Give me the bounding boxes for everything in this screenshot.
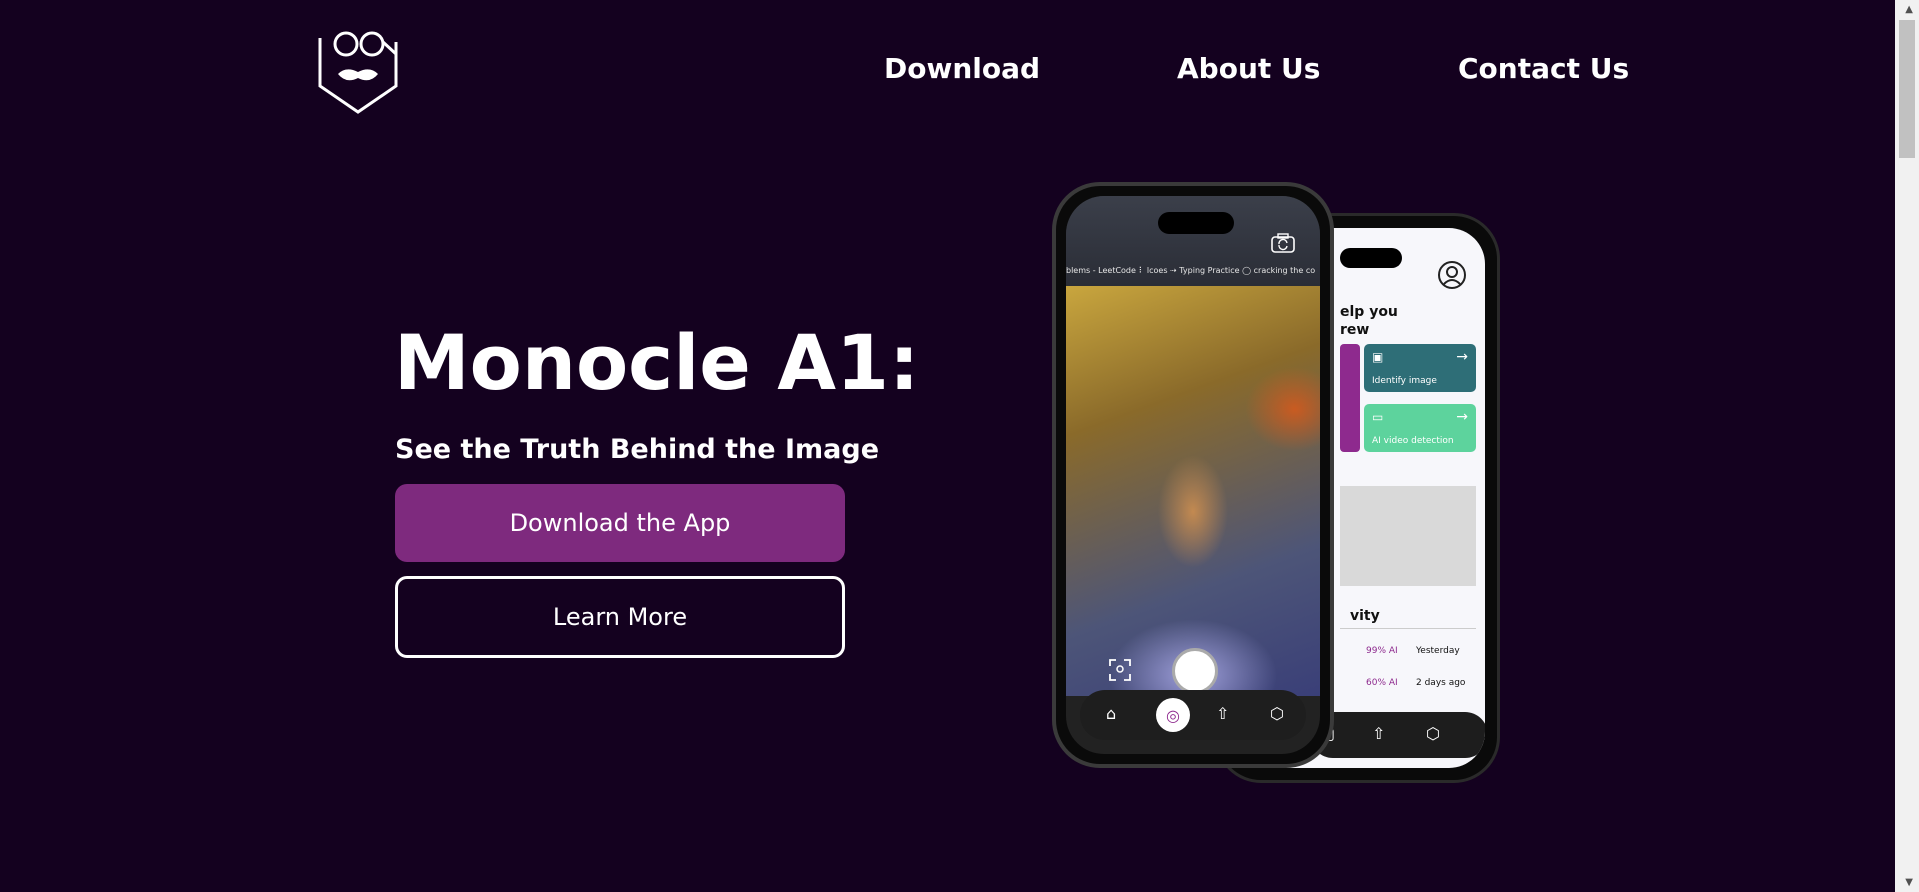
divider <box>1340 628 1476 629</box>
scroll-down-arrow-icon[interactable]: ▼ <box>1905 877 1913 888</box>
upload-icon: ⇧ <box>1216 704 1230 723</box>
nav-about-us[interactable]: About Us <box>1177 52 1320 85</box>
scan-icon <box>1109 659 1131 681</box>
back-bottom-nav: ▢ ⇧ ⬡ <box>1310 712 1485 758</box>
arrow-right-icon: → <box>1456 409 1468 425</box>
back-heading: elp you rew <box>1340 304 1398 339</box>
card-label: Identify image <box>1372 376 1437 386</box>
phone-front-screen: blems - LeetCode ⠇ lcoes ⇢ Typing Practi… <box>1066 196 1320 754</box>
card-label: AI video detection <box>1372 436 1454 446</box>
activity-pct: 60% AI <box>1366 678 1398 688</box>
browser-bookmarks: blems - LeetCode ⠇ lcoes ⇢ Typing Practi… <box>1066 266 1316 275</box>
monocle-logo[interactable] <box>316 28 404 116</box>
hero-subtitle: See the Truth Behind the Image <box>395 434 880 465</box>
kitten-photo <box>1066 286 1320 696</box>
scroll-thumb[interactable] <box>1899 20 1915 158</box>
phone-notch <box>1158 212 1234 234</box>
switch-camera-icon <box>1271 233 1295 253</box>
ai-video-card: ▭ → AI video detection <box>1364 404 1476 452</box>
placeholder-block <box>1340 486 1476 586</box>
profile-icon <box>1438 261 1466 289</box>
phone-notch <box>1340 248 1402 268</box>
front-bottom-nav: ⌂ ◎ ⇧ ⬡ <box>1080 690 1306 740</box>
video-icon: ▭ <box>1372 410 1384 424</box>
image-icon: ▣ <box>1372 350 1384 364</box>
settings-icon: ⬡ <box>1270 704 1284 723</box>
page-scrollbar[interactable]: ▲ ▼ <box>1895 0 1919 892</box>
card-partial <box>1340 344 1360 452</box>
download-app-button[interactable]: Download the App <box>395 484 845 562</box>
activity-when: 2 days ago <box>1416 678 1466 688</box>
activity-pct: 99% AI <box>1366 646 1398 656</box>
activity-heading: vity <box>1350 608 1380 624</box>
phone-mockup-front: blems - LeetCode ⠇ lcoes ⇢ Typing Practi… <box>1052 182 1334 768</box>
camera-icon: ◎ <box>1156 698 1190 732</box>
settings-icon: ⬡ <box>1426 724 1440 743</box>
arrow-right-icon: → <box>1456 349 1468 365</box>
scroll-up-arrow-icon[interactable]: ▲ <box>1905 4 1913 15</box>
activity-when: Yesterday <box>1416 646 1460 656</box>
hero-title: Monocle A1: <box>394 318 920 407</box>
home-icon: ⌂ <box>1106 704 1117 723</box>
shutter-button <box>1172 648 1218 694</box>
nav-contact-us[interactable]: Contact Us <box>1458 52 1629 85</box>
learn-more-button[interactable]: Learn More <box>395 576 845 658</box>
identify-image-card: ▣ → Identify image <box>1364 344 1476 392</box>
nav-download[interactable]: Download <box>884 52 1040 85</box>
upload-icon: ⇧ <box>1372 724 1386 743</box>
